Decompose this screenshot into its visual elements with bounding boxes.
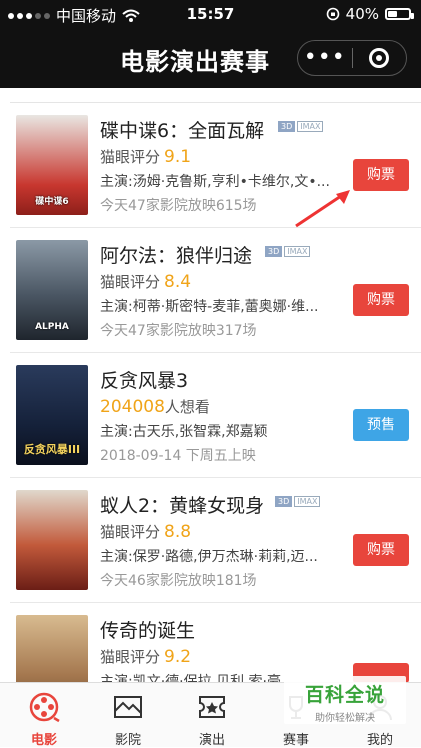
buy-ticket-button[interactable]: 购票 — [353, 159, 409, 191]
rating-label: 猫眼评分 — [100, 523, 161, 541]
rating-row: 猫眼评分 8.8 — [100, 521, 191, 542]
format-tag-imax: IMAX — [297, 121, 324, 132]
tab-label: 演出 — [198, 733, 225, 748]
format-tags: 3D IMAX — [265, 246, 311, 257]
miniprogram-capsule: ••• — [297, 40, 407, 76]
battery-percent: 40% — [345, 5, 379, 23]
rating-label: 猫眼评分 — [100, 273, 161, 291]
movie-item[interactable]: 蚁人2：黄蜂女现身 3D IMAX 猫眼评分 8.8 主演:保罗·路德,伊万杰琳·… — [10, 478, 421, 603]
nav-bar: 电影演出赛事 ••• — [0, 28, 421, 88]
watermark-logo: 百科全说 助你轻松解决 — [284, 676, 406, 724]
more-menu-button[interactable]: ••• — [298, 47, 352, 69]
cast-text: 主演:古天乐,张智霖,郑嘉颖 — [100, 424, 268, 440]
format-tag-imax: IMAX — [294, 496, 321, 507]
target-icon — [369, 48, 390, 68]
close-miniprogram-button[interactable] — [353, 48, 407, 68]
movie-poster[interactable] — [16, 490, 88, 590]
watermark-subtitle: 助你轻松解决 — [315, 713, 375, 724]
movie-poster[interactable]: 碟中谍6 — [16, 115, 88, 215]
movie-poster[interactable]: ALPHA — [16, 240, 88, 340]
movie-title[interactable]: 传奇的诞生 — [100, 616, 195, 643]
ticket-icon — [199, 696, 225, 718]
presale-button[interactable]: 预售 — [353, 409, 409, 441]
wish-row: 204008人想看 — [100, 396, 210, 417]
format-tags: 3D IMAX — [278, 121, 324, 132]
buy-ticket-button[interactable]: 购票 — [353, 534, 409, 566]
battery-icon — [385, 8, 414, 20]
page-title: 电影演出赛事 — [120, 48, 270, 76]
movie-item[interactable]: ALPHA 阿尔法：狼伴归途 3D IMAX 猫眼评分 8.4 主演:柯蒂·斯密特… — [10, 228, 421, 353]
movie-poster[interactable]: 反贪风暴III — [16, 365, 88, 465]
rating-score: 9.1 — [164, 147, 192, 167]
movie-title[interactable]: 碟中谍6：全面瓦解 — [100, 116, 264, 143]
wish-count: 204008 — [100, 397, 165, 417]
tab-cinemas[interactable]: 影院 — [86, 683, 170, 748]
watermark-title: 百科全说 — [304, 684, 385, 706]
rating-row: 猫眼评分 8.4 — [100, 271, 191, 292]
format-tags: 3D IMAX — [275, 496, 321, 507]
rotation-lock-icon — [326, 7, 339, 21]
tab-shows[interactable]: 演出 — [170, 683, 254, 748]
status-bar: 中国移动 15:57 40% — [0, 0, 421, 28]
tab-label: 赛事 — [282, 733, 309, 748]
rating-score: 8.8 — [164, 522, 192, 542]
wish-label: 人想看 — [164, 398, 210, 416]
format-tag-3d: 3D — [275, 496, 293, 507]
movie-title[interactable]: 阿尔法：狼伴归途 — [100, 241, 252, 268]
annotation-arrow — [295, 190, 350, 228]
poster-caption: ALPHA — [35, 322, 69, 332]
buy-ticket-button[interactable]: 购票 — [353, 284, 409, 316]
rating-score: 9.2 — [164, 647, 192, 667]
format-tag-3d: 3D — [265, 246, 283, 257]
rating-label: 猫眼评分 — [100, 148, 161, 166]
rating-label: 猫眼评分 — [100, 648, 161, 666]
movie-title[interactable]: 反贪风暴3 — [100, 366, 188, 393]
movie-list: 碟中谍6 碟中谍6：全面瓦解 3D IMAX 猫眼评分 9.1 主演:汤姆·克鲁斯… — [0, 102, 421, 727]
film-reel-icon — [29, 692, 60, 723]
showing-info: 今天46家影院放映181场 — [100, 573, 257, 589]
rating-row: 猫眼评分 9.2 — [100, 646, 191, 667]
tab-label: 电影 — [30, 733, 57, 748]
movie-item[interactable]: 反贪风暴III 反贪风暴3 204008人想看 主演:古天乐,张智霖,郑嘉颖 2… — [10, 353, 421, 478]
format-tag-3d: 3D — [278, 121, 296, 132]
rating-row: 猫眼评分 9.1 — [100, 146, 191, 167]
tab-movies[interactable]: 电影 — [2, 683, 86, 748]
showing-info: 今天47家影院放映317场 — [100, 323, 257, 339]
poster-caption: 反贪风暴III — [23, 443, 81, 456]
cast-text: 主演:柯蒂·斯密特-麦菲,蕾奥娜·维... — [100, 299, 319, 315]
release-info: 2018-09-14 下周五上映 — [100, 448, 256, 464]
poster-caption: 碟中谍6 — [35, 197, 69, 207]
movie-title[interactable]: 蚁人2：黄蜂女现身 — [100, 491, 264, 518]
movie-item[interactable]: 碟中谍6 碟中谍6：全面瓦解 3D IMAX 猫眼评分 9.1 主演:汤姆·克鲁斯… — [10, 103, 421, 228]
format-tag-imax: IMAX — [284, 246, 311, 257]
cast-text: 主演:保罗·路德,伊万杰琳·莉莉,迈... — [100, 549, 318, 565]
showing-info: 今天47家影院放映615场 — [100, 198, 257, 214]
tab-label: 影院 — [114, 733, 141, 748]
tab-label: 我的 — [366, 733, 393, 748]
screen-icon — [114, 696, 142, 718]
rating-score: 8.4 — [164, 272, 192, 292]
